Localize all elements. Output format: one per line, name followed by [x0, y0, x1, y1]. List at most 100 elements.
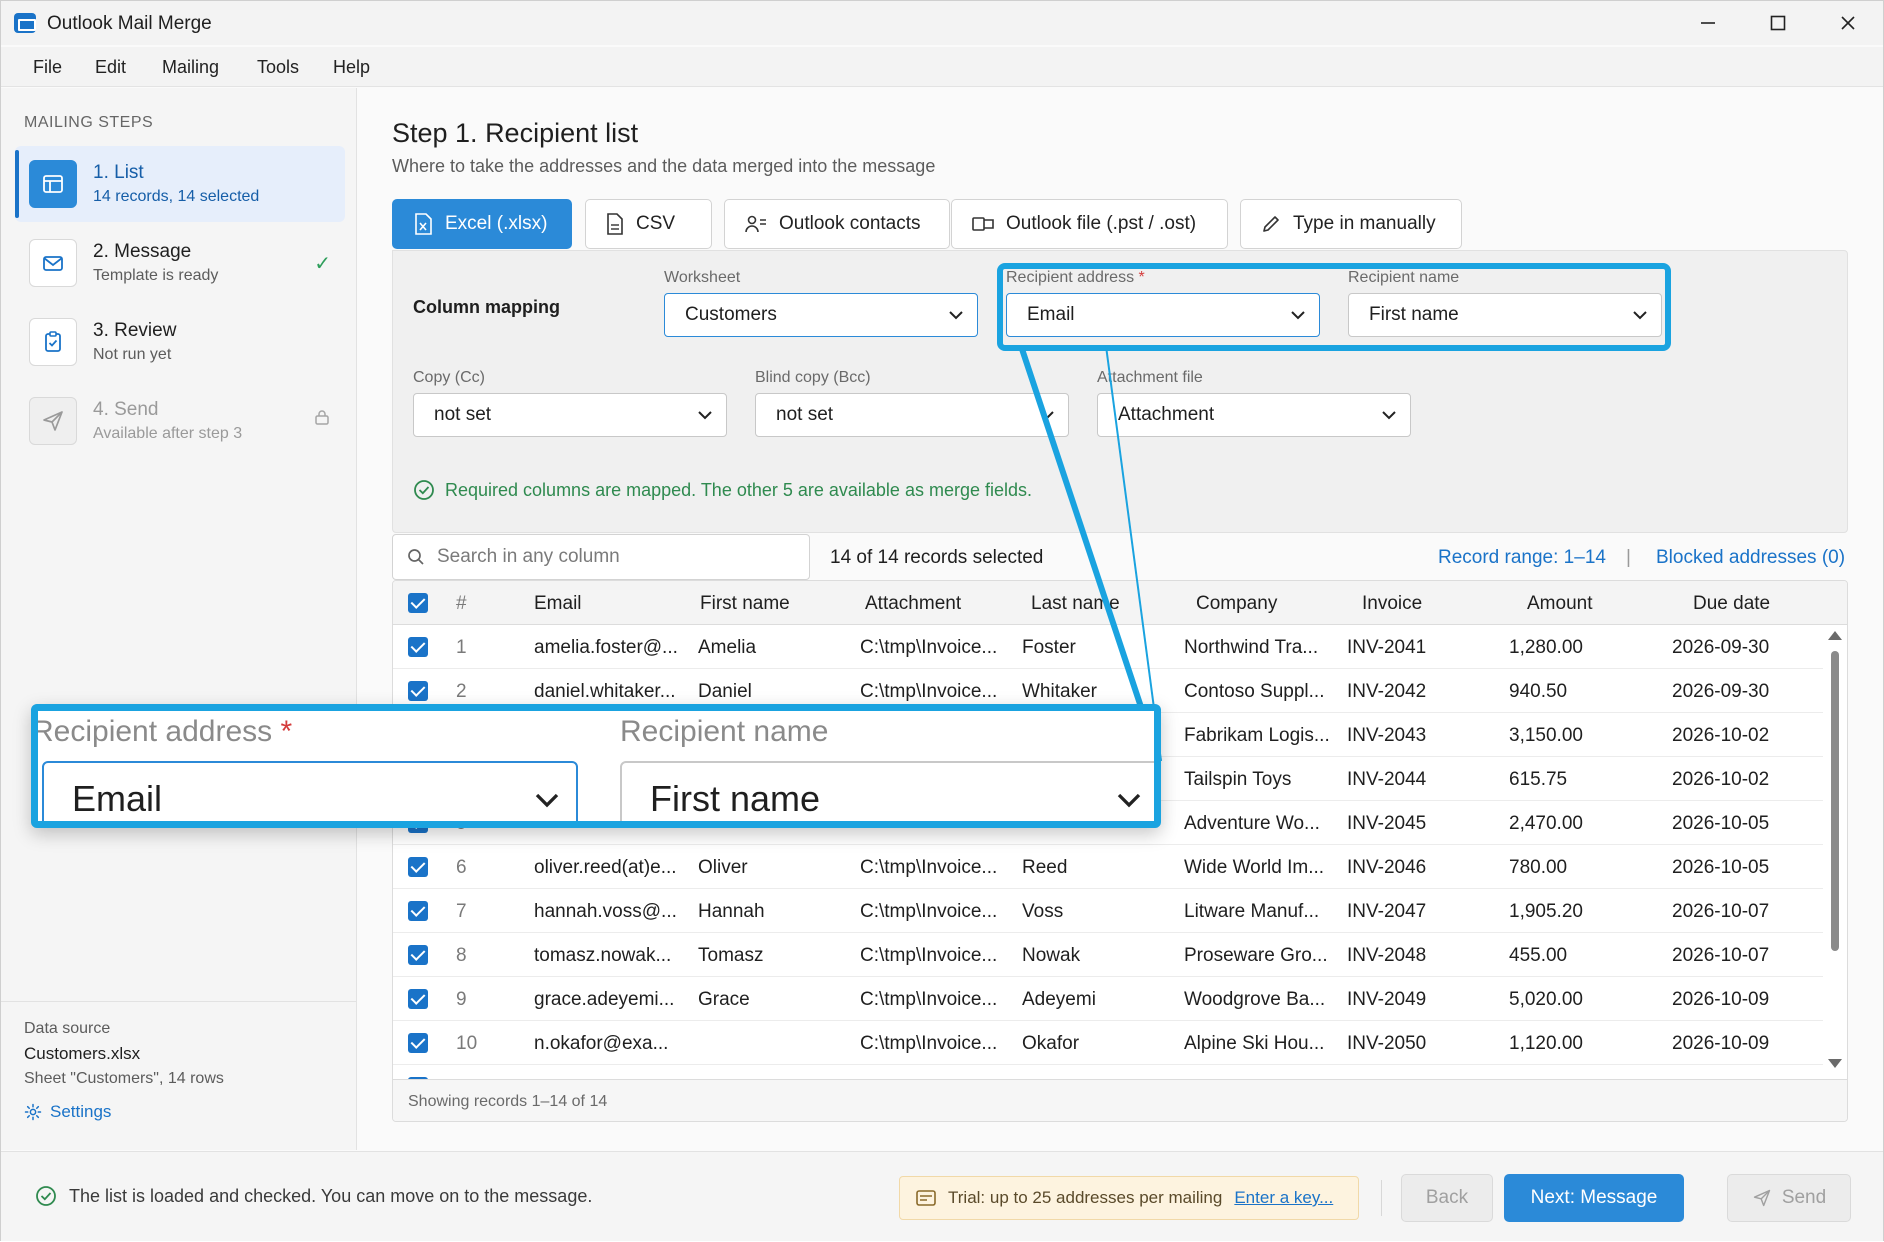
page-subtitle: Where to take the addresses and the data…: [392, 156, 936, 176]
check-circle-icon: [36, 1186, 56, 1206]
data-source-file: Customers.xlsx: [24, 1044, 141, 1063]
cell-company: Alpine Ski Hou...: [1184, 1033, 1325, 1054]
search-input[interactable]: Search in any column: [392, 534, 810, 580]
minimize-button[interactable]: [1673, 1, 1743, 45]
toolbar-divider: [1381, 1180, 1382, 1216]
menu-edit[interactable]: Edit: [95, 57, 126, 78]
bcc-label: Blind copy (Bcc): [755, 369, 871, 386]
row-checkbox[interactable]: [408, 1033, 428, 1053]
source-tab-outlook-contacts[interactable]: Outlook contacts: [724, 199, 950, 249]
cell-last-name: Okafor: [1022, 1033, 1080, 1054]
row-checkbox[interactable]: [408, 857, 428, 877]
column-header[interactable]: #: [456, 593, 467, 615]
restore-button[interactable]: [1743, 1, 1813, 45]
cc-select[interactable]: not set: [413, 393, 727, 437]
table-row[interactable]: 6 oliver.reed(at)e... Oliver C:\tmp\Invo…: [393, 845, 1823, 889]
row-checkbox[interactable]: [408, 681, 428, 701]
row-checkbox[interactable]: [408, 945, 428, 965]
table-row[interactable]: 8 tomasz.nowak... Tomasz C:\tmp\Invoice.…: [393, 933, 1823, 977]
cell-email: amelia.foster@...: [534, 637, 678, 658]
cell-index: 6: [456, 857, 467, 878]
menu-file[interactable]: File: [33, 57, 62, 78]
menu-tools[interactable]: Tools: [257, 57, 299, 78]
worksheet-select[interactable]: Customers: [664, 293, 978, 337]
scroll-down-arrow-icon[interactable]: [1828, 1059, 1842, 1068]
source-tab-label: CSV: [636, 213, 676, 234]
zoomed-mapping-callout: Recipient address * Email Recipient name…: [31, 704, 1161, 828]
status-message: The list is loaded and checked. You can …: [35, 1185, 592, 1207]
menu-help[interactable]: Help: [333, 57, 370, 78]
cell-company: Litware Manuf...: [1184, 901, 1320, 922]
cell-attachment: C:\tmp\Invoice...: [860, 945, 998, 966]
cell-amount: 1,120.00: [1509, 1033, 1583, 1054]
bcc-select[interactable]: not set: [755, 393, 1069, 437]
close-button[interactable]: [1813, 1, 1883, 45]
step-subtitle: Not run yet: [93, 346, 172, 363]
data-source-sheet: Sheet "Customers", 14 rows: [24, 1070, 224, 1087]
back-button[interactable]: Back: [1401, 1174, 1493, 1222]
column-header[interactable]: Attachment: [865, 593, 961, 615]
source-tab-excel[interactable]: Excel (.xlsx): [392, 199, 572, 249]
column-header[interactable]: Amount: [1527, 593, 1592, 615]
select-all-checkbox[interactable]: [408, 593, 428, 613]
column-header[interactable]: Company: [1196, 593, 1277, 615]
link-separator: |: [1626, 547, 1631, 568]
column-header[interactable]: Email: [534, 593, 582, 615]
table-row[interactable]: 1 amelia.foster@... Amelia C:\tmp\Invoic…: [393, 625, 1823, 669]
column-header[interactable]: Last name: [1031, 593, 1120, 615]
highlight-callout-box: [997, 263, 1671, 351]
next-message-button[interactable]: Next: Message: [1504, 1174, 1684, 1222]
cell-email: hannah.voss@...: [534, 901, 677, 922]
source-tab-label: Excel (.xlsx): [445, 213, 548, 234]
menu-mailing[interactable]: Mailing: [162, 57, 219, 78]
settings-link[interactable]: Settings: [24, 1102, 111, 1122]
recipient-table: # Email First name Attachment Last name …: [392, 580, 1848, 1122]
step-title: 4. Send: [93, 399, 159, 420]
minimize-icon: [1701, 22, 1715, 24]
step-message[interactable]: 2. Message Template is ready ✓: [15, 225, 345, 301]
data-source-label: Data source: [24, 1020, 111, 1037]
send-button[interactable]: Send: [1727, 1174, 1851, 1222]
source-tab-manual[interactable]: Type in manually: [1240, 199, 1462, 249]
table-row[interactable]: 10 n.okafor@exa... C:\tmp\Invoice... Oka…: [393, 1021, 1823, 1065]
contacts-icon: [745, 215, 766, 233]
attachment-select[interactable]: Attachment: [1097, 393, 1411, 437]
scrollbar-thumb[interactable]: [1831, 651, 1839, 951]
zoom-recipient-address-select: Email: [42, 761, 578, 821]
zoom-recipient-name-label: Recipient name: [620, 715, 829, 748]
row-checkbox[interactable]: [408, 901, 428, 921]
step-subtitle: 14 records, 14 selected: [93, 188, 260, 205]
source-tab-csv[interactable]: CSV: [585, 199, 712, 249]
source-tab-outlook-file[interactable]: Outlook file (.pst / .ost): [951, 199, 1228, 249]
trial-text: Trial: up to 25 addresses per mailing: [948, 1188, 1223, 1207]
step-review[interactable]: 3. Review Not run yet: [15, 304, 345, 380]
record-range-link[interactable]: Record range: 1–14: [1438, 547, 1606, 569]
cell-index: 9: [456, 989, 467, 1010]
column-header[interactable]: Due date: [1693, 593, 1770, 615]
pencil-icon: [1263, 216, 1279, 232]
cell-company: Woodgrove Ba...: [1184, 989, 1326, 1010]
column-header[interactable]: Invoice: [1362, 593, 1422, 615]
cell-last-name: Whitaker: [1022, 681, 1097, 702]
table-header: # Email First name Attachment Last name …: [393, 581, 1847, 625]
sidebar-heading: MAILING STEPS: [24, 114, 154, 131]
table-row[interactable]: 7 hannah.voss@... Hannah C:\tmp\Invoice.…: [393, 889, 1823, 933]
column-header[interactable]: First name: [700, 593, 790, 615]
cell-amount: 2,470.00: [1509, 813, 1583, 834]
row-checkbox[interactable]: [408, 989, 428, 1009]
cell-company: Fabrikam Logis...: [1184, 725, 1330, 746]
check-circle-icon: [414, 480, 434, 500]
step-list[interactable]: 1. List 14 records, 14 selected: [15, 146, 345, 222]
worksheet-label: Worksheet: [664, 269, 741, 286]
cell-email: daniel.whitaker...: [534, 681, 676, 702]
outlook-file-icon: [972, 217, 994, 231]
cell-attachment: C:\tmp\Invoice...: [860, 1033, 998, 1054]
scroll-up-arrow-icon[interactable]: [1828, 631, 1842, 640]
blocked-addresses-link[interactable]: Blocked addresses (0): [1656, 547, 1845, 569]
table-row[interactable]: 9 grace.adeyemi... Grace C:\tmp\Invoice.…: [393, 977, 1823, 1021]
enter-key-link[interactable]: Enter a key...: [1234, 1188, 1333, 1208]
table-row[interactable]: [393, 1065, 1823, 1079]
cell-invoice: INV-2042: [1347, 681, 1427, 702]
row-checkbox[interactable]: [408, 637, 428, 657]
table-icon: [29, 160, 77, 208]
